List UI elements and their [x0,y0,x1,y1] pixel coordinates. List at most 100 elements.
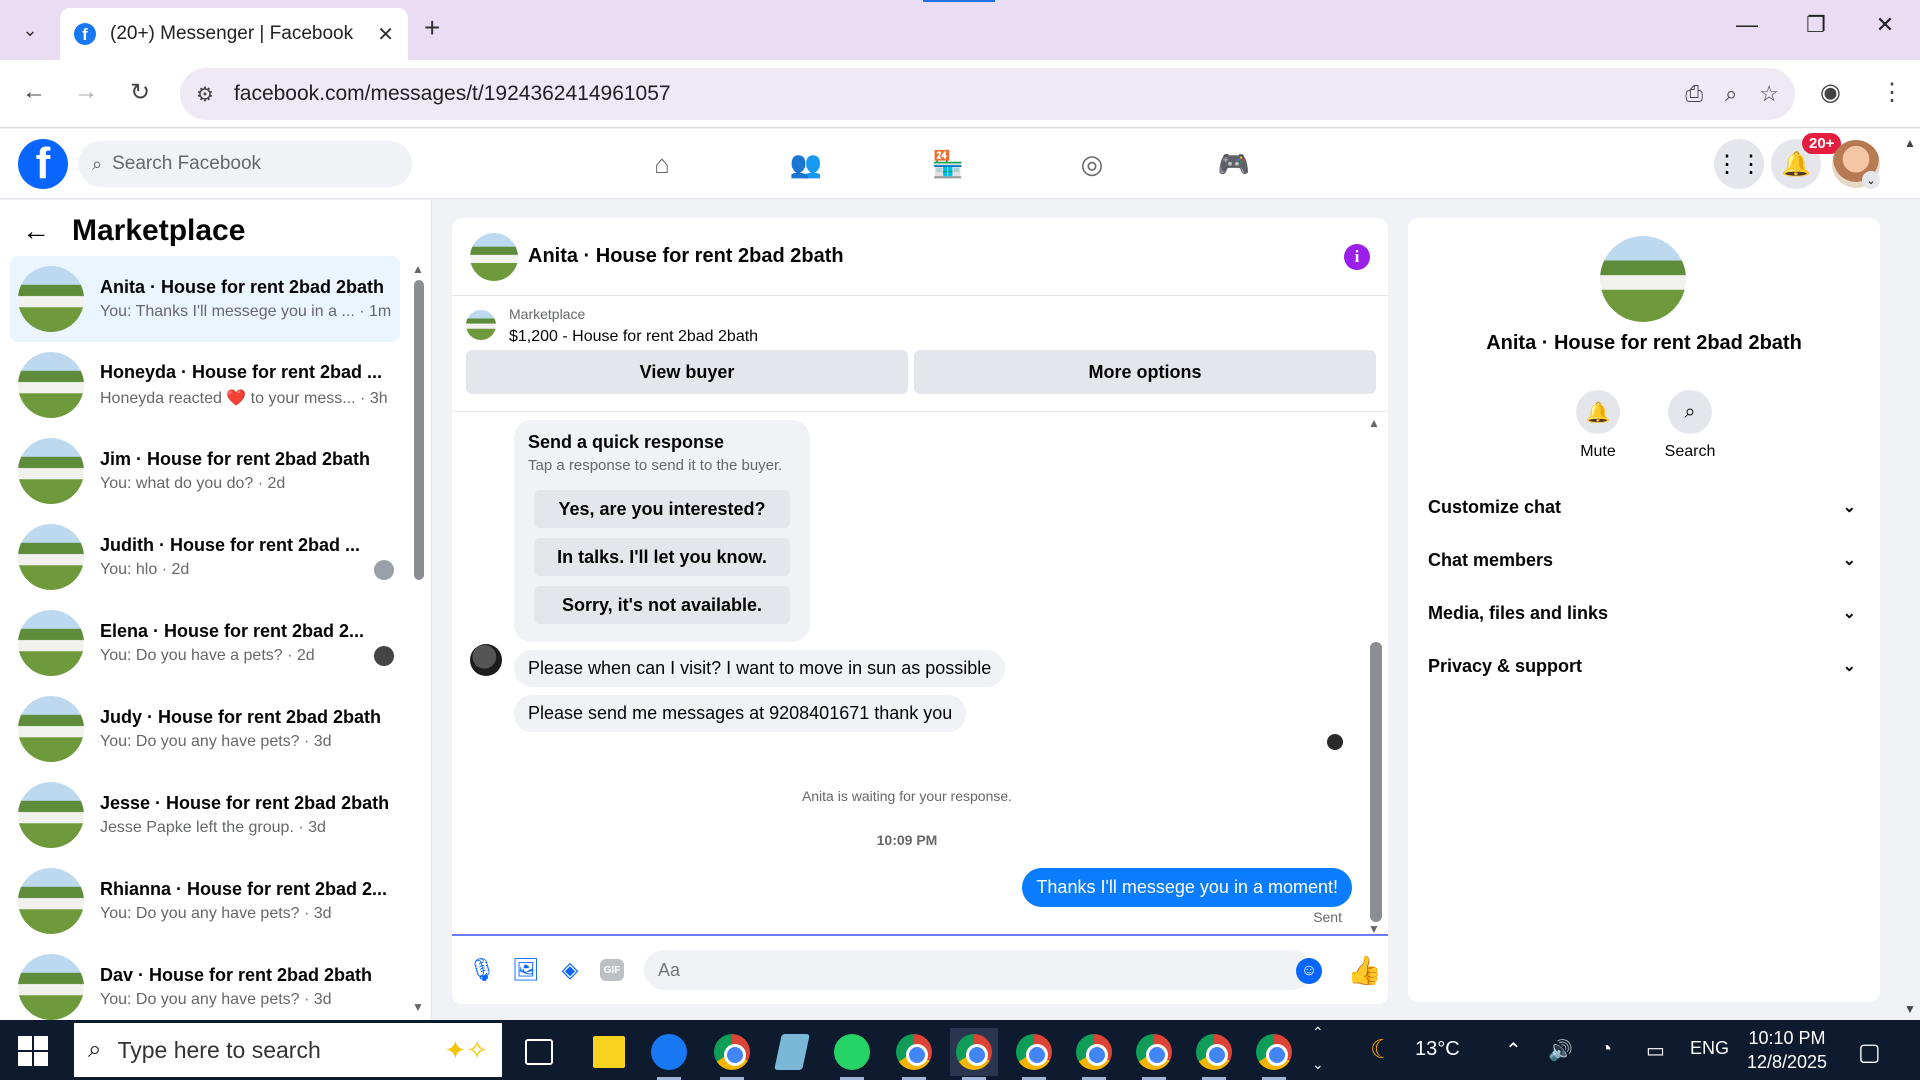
conversation-name: Judy · House for rent 2bad 2bath [100,707,382,727]
scroll-up-icon[interactable]: ▲ [412,262,424,276]
minimize-icon[interactable]: — [1727,12,1767,38]
conversation-item[interactable]: Honeyda · House for rent 2bad ... Honeyda… [10,342,400,428]
photo-icon[interactable]: 🖼 [512,956,540,984]
windows-start-icon[interactable] [18,1036,48,1066]
search-icon: ⌕ [1668,390,1712,434]
sidebar-scrollbar[interactable] [414,280,424,580]
windows-taskbar: ⌕ Type here to search ✦✧ ⌃ ⌄ ☾ 13°C ⌃ 🔊 … [0,1020,1920,1080]
tray-overflow-down-icon[interactable]: ⌄ [1312,1056,1324,1073]
task-view-icon[interactable] [515,1028,563,1076]
home-icon[interactable]: ⌂ [642,145,682,183]
chrome-app-icon[interactable] [950,1028,998,1080]
new-tab-icon[interactable]: + [424,12,440,44]
marketplace-icon[interactable]: 🏪 [928,145,968,183]
show-hidden-icons-icon[interactable]: ⌃ [1505,1038,1522,1063]
page-scroll-up-icon[interactable]: ▲ [1904,136,1916,150]
url-text[interactable]: facebook.com/messages/t/1924362414961057 [234,82,1663,106]
bookmark-star-icon[interactable]: ☆ [1759,81,1779,107]
friends-icon[interactable]: 👥 [786,145,826,183]
chrome-app-icon[interactable] [708,1028,756,1080]
chrome-app-icon[interactable] [1130,1028,1178,1080]
chevron-down-icon[interactable]: ⌄ [1862,171,1880,189]
chat-title[interactable]: Anita · House for rent 2bad 2bath [528,245,1344,268]
forward-icon[interactable]: → [68,78,104,106]
conversation-item[interactable]: Judith · House for rent 2bad ... You: hlo… [10,514,400,600]
tab-close-icon[interactable]: ✕ [377,22,394,47]
facebook-favicon-icon: f [74,23,96,45]
restore-icon[interactable]: ❐ [1796,12,1836,38]
thread-scrollbar[interactable] [1370,642,1382,922]
conversation-preview: You: hlo · 2d [100,561,190,578]
groups-icon[interactable]: ◎ [1072,145,1112,183]
back-arrow-icon[interactable]: ← [22,215,50,247]
conversation-item[interactable]: Jim · House for rent 2bad 2bath You: what… [10,428,400,514]
conversation-item[interactable]: Judy · House for rent 2bad 2bath You: Do … [10,686,400,772]
conversation-item[interactable]: Dav · House for rent 2bad 2bath You: Do y… [10,944,400,1030]
conversation-item[interactable]: Rhianna · House for rent 2bad 2... You: D… [10,858,400,944]
reload-icon[interactable]: ↻ [122,78,158,107]
tray-overflow-up-icon[interactable]: ⌃ [1312,1024,1324,1041]
quick-response-button[interactable]: Sorry, it's not available. [534,586,790,624]
address-bar[interactable]: ⚙ facebook.com/messages/t/19243624149610… [180,68,1795,120]
thumbs-up-icon[interactable]: 👍 [1347,954,1382,987]
info-icon[interactable]: i [1344,243,1370,270]
sidebar-header: ← Marketplace [22,214,245,248]
gif-icon[interactable]: GIF [600,959,624,981]
microphone-icon[interactable]: 🎙 [468,956,496,984]
zoom-icon[interactable]: ⌕ [1725,81,1737,107]
chat-members-row[interactable]: Chat members ⌄ [1428,543,1860,577]
wifi-icon[interactable]: ◔ [1600,1038,1612,1061]
customize-chat-row[interactable]: Customize chat ⌄ [1428,490,1860,524]
taskbar-search-box[interactable]: ⌕ Type here to search ✦✧ [74,1023,502,1077]
tab-title: (20+) Messenger | Facebook [110,23,354,44]
profile-icon[interactable]: ◉ [1820,78,1841,107]
volume-icon[interactable]: 🔊 [1548,1038,1573,1063]
browser-tab[interactable]: f (20+) Messenger | Facebook ✕ [60,8,408,60]
facebook-search-box[interactable]: ⌕ Search Facebook [78,141,412,187]
scroll-up-icon[interactable]: ▲ [1368,416,1380,430]
sticky-notes-icon[interactable] [585,1028,633,1076]
language-indicator[interactable]: ENG [1690,1038,1729,1059]
conversation-item[interactable]: Jesse · House for rent 2bad 2bath Jesse P… [10,772,400,858]
weather-temperature[interactable]: 13°C [1415,1038,1460,1061]
chrome-app-icon[interactable] [1070,1028,1118,1080]
gaming-icon[interactable]: 🎮 [1214,145,1254,183]
facebook-app-icon[interactable] [645,1028,693,1080]
listing-title[interactable]: $1,200 - House for rent 2bad 2bath [509,328,758,346]
chrome-app-icon[interactable] [1250,1028,1298,1080]
mute-button[interactable]: 🔔 Mute [1568,390,1628,461]
menu-grid-icon[interactable]: ⋮⋮ [1714,139,1764,189]
message-input[interactable] [644,950,1312,990]
emoji-icon[interactable]: ☺ [1296,958,1322,984]
notepad-app-icon[interactable] [768,1028,816,1076]
quick-response-button[interactable]: In talks. I'll let you know. [534,538,790,576]
weather-moon-icon[interactable]: ☾ [1370,1034,1393,1065]
sticker-icon[interactable]: ◈ [556,956,584,984]
taskbar-clock[interactable]: 10:10 PM 12/8/2025 [1732,1026,1842,1074]
chrome-app-icon[interactable] [1010,1028,1058,1080]
section-label: Media, files and links [1428,602,1609,623]
facebook-logo-icon[interactable]: f [18,139,68,189]
conversation-item[interactable]: Elena · House for rent 2bad 2... You: Do … [10,600,400,686]
more-options-button[interactable]: More options [914,350,1376,394]
privacy-support-row[interactable]: Privacy & support ⌄ [1428,649,1860,683]
quick-response-button[interactable]: Yes, are you interested? [534,490,790,528]
chrome-app-icon[interactable] [890,1028,938,1080]
close-window-icon[interactable]: ✕ [1865,12,1905,38]
view-buyer-button[interactable]: View buyer [466,350,908,394]
chrome-app-icon[interactable] [1190,1028,1238,1080]
site-settings-icon[interactable]: ⚙ [196,82,214,107]
conversation-item[interactable]: Anita · House for rent 2bad 2bath You: Th… [10,256,400,342]
notification-center-icon[interactable]: ▢ [1858,1038,1881,1067]
search-button[interactable]: ⌕ Search [1660,390,1720,461]
page-scroll-down-icon[interactable]: ▼ [1904,1002,1916,1016]
tab-search-icon[interactable]: ⌄ [14,14,46,46]
chat-avatar[interactable] [470,232,518,281]
battery-icon[interactable]: ▭ [1646,1038,1665,1063]
whatsapp-app-icon[interactable] [828,1028,876,1080]
install-app-icon[interactable]: ⎙ [1685,81,1703,107]
media-files-links-row[interactable]: Media, files and links ⌄ [1428,596,1860,630]
chrome-menu-icon[interactable]: ⋮ [1880,78,1904,107]
back-icon[interactable]: ← [16,78,52,106]
scroll-down-icon[interactable]: ▼ [412,1000,424,1014]
